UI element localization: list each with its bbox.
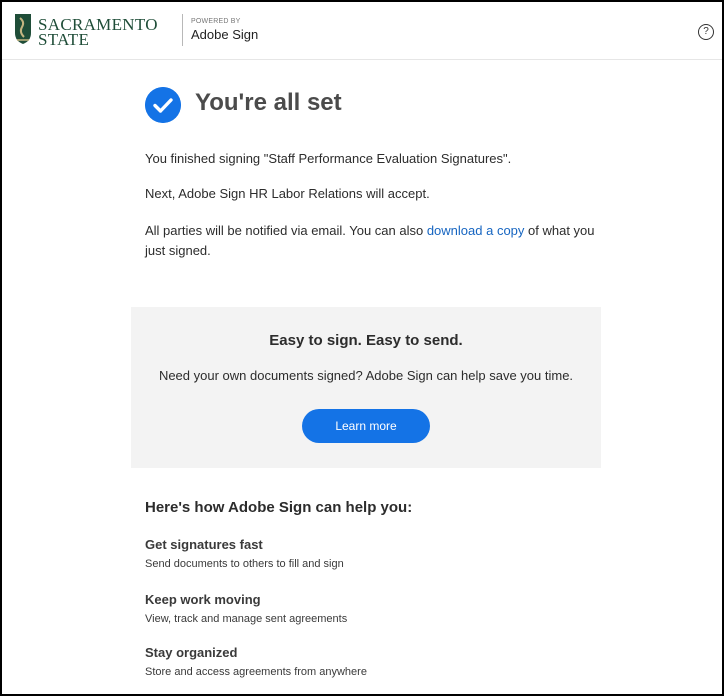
page-title: You're all set [195,89,342,116]
help-button[interactable]: ? [698,24,714,40]
promo-panel: Easy to sign. Easy to send. Need your ow… [131,307,601,468]
feature-title: Get signatures fast [145,537,263,552]
next-step-text: Next, Adobe Sign HR Labor Relations will… [145,186,430,201]
notification-text: All parties will be notified via email. … [145,221,605,261]
feature-title: Keep work moving [145,592,261,607]
feature-title: Stay organized [145,645,238,660]
notification-text-start: All parties will be notified via email. … [145,223,427,238]
feature-description: Send documents to others to fill and sig… [145,558,344,570]
page-frame: SACRAMENTO STATE POWERED BY Adobe Sign ?… [0,0,724,696]
sacramento-state-logo: SACRAMENTO STATE [14,9,164,49]
header: SACRAMENTO STATE POWERED BY Adobe Sign ? [2,2,722,60]
hornet-shield-icon [15,14,31,44]
checkmark-circle-icon [145,87,181,123]
features-heading: Here's how Adobe Sign can help you: [145,499,413,516]
feature-description: View, track and manage sent agreements [145,613,348,625]
feature-description: Store and access agreements from anywher… [145,666,367,678]
promo-title: Easy to sign. Easy to send. [269,332,463,349]
download-copy-link[interactable]: download a copy [427,223,525,238]
promo-subtitle: Need your own documents signed? Adobe Si… [158,368,574,383]
signed-confirmation-text: You finished signing "Staff Performance … [145,151,512,166]
product-name: Adobe Sign [191,27,259,42]
powered-by-label: POWERED BY [191,18,241,25]
question-circle-icon: ? [703,26,709,37]
learn-more-button[interactable]: Learn more [302,409,430,443]
logo-text-line2: STATE [38,30,90,49]
powered-by-block: POWERED BY Adobe Sign [182,14,258,46]
